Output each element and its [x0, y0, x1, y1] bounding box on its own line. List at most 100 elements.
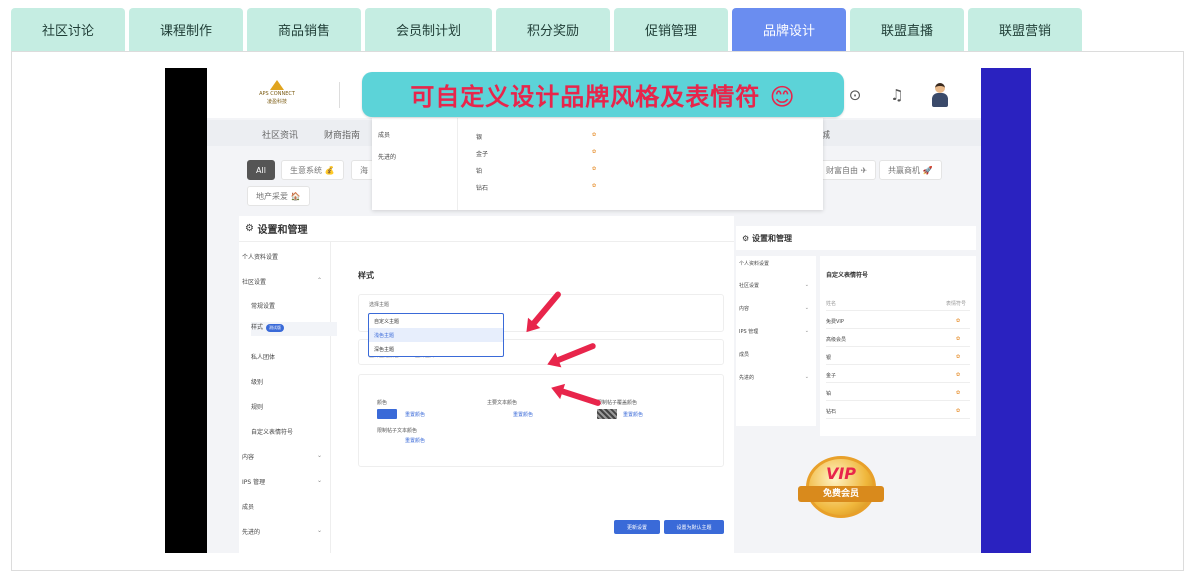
settings-sidebar: 个人资料设置 社区设置 ⌃ 常规设置 样式 测试版 私人团体 级别 规则 自定义表情… [239, 242, 337, 553]
tab-points[interactable]: 积分奖励 [496, 8, 610, 51]
emoji-icon: ✿ [956, 372, 961, 378]
theme-option[interactable]: 浅色主题 [369, 328, 503, 342]
emoji-panel-title: 设置和管理 [751, 233, 792, 243]
theme-dropdown[interactable]: 自定义主题 浅色主题 深色主题 [368, 313, 504, 357]
sidebar-item[interactable]: IPS 管理 ⌄ [739, 328, 813, 335]
chip-all[interactable]: All [247, 160, 275, 180]
popup-left-item[interactable]: 先进的 [378, 152, 396, 161]
popup-row: 铂 [476, 168, 483, 175]
colors-box: 颜色 重置颜色 主要文本颜色 重置颜色 限制帖子覆盖颜色 重置颜色 限制帖子文本… [358, 374, 724, 467]
emoji-icon: ✿ [956, 354, 961, 360]
sidebar-item-label: IPS 管理 [739, 329, 759, 335]
sidebar-item[interactable]: 社区设置 ⌄ [739, 282, 813, 289]
logo-subtext: 凌盈科技 [266, 99, 287, 105]
feature-banner: 可自定义设计品牌风格及表情符 😊 [362, 72, 844, 117]
video-right-bar [981, 68, 1031, 553]
update-settings-button[interactable]: 更新设置 [614, 520, 660, 534]
popup-left-item[interactable]: 成员 [378, 130, 390, 139]
sidebar-item[interactable]: 成员 [739, 351, 813, 358]
tab-products[interactable]: 商品销售 [247, 8, 361, 51]
color-swatch[interactable] [377, 409, 397, 419]
tab-affiliate[interactable]: 联盟营销 [968, 8, 1082, 51]
chip[interactable]: 生意系统 💰 [281, 160, 344, 180]
sidebar-item[interactable]: 个人资料设置 [739, 260, 813, 267]
chevron-down-icon: ⌄ [804, 305, 809, 311]
table-row[interactable]: 铂 ✿ [826, 386, 970, 401]
row-name: 高级会员 [826, 337, 847, 343]
sidebar-item-advanced[interactable]: 先进的 ⌄ [242, 527, 328, 536]
sidebar-item-label: 样式 [251, 324, 264, 331]
chevron-down-icon: ⌄ [804, 282, 809, 288]
sidebar-item[interactable]: 先进的 ⌄ [739, 374, 813, 381]
emoji-panel-header: ⚙ 设置和管理 [736, 226, 976, 250]
table-row[interactable]: 钻石 ✿ [826, 404, 970, 419]
color-swatch[interactable] [597, 409, 617, 419]
chevron-up-icon: ⌃ [316, 277, 322, 284]
tab-promotions[interactable]: 促销管理 [614, 8, 728, 51]
theme-option[interactable]: 自定义主题 [369, 314, 503, 328]
demo-video[interactable]: APS CONNECT 凌盈科技 ⊙ ♫ 可自定义设计品牌风格及表情符 😊 社区… [165, 68, 1031, 553]
col-header: 表情符号 [946, 301, 967, 307]
nav-item[interactable]: 社区资讯 [262, 128, 298, 141]
tab-live[interactable]: 联盟直播 [850, 8, 964, 51]
overlay-popup: 成员 先进的 银 金子 铂 钻石 ✿ ✿ ✿ ✿ [372, 118, 823, 210]
bell-icon[interactable]: ♫ [887, 85, 907, 105]
main-text-color-label: 主要文本颜色 [487, 400, 518, 406]
feature-tabs: 社区讨论 课程制作 商品销售 会员制计划 积分奖励 促销管理 品牌设计 联盟直播… [11, 8, 1082, 51]
sidebar-item-content[interactable]: 内容 ⌄ [242, 452, 328, 461]
chip[interactable]: 财富自由 ✈ [817, 160, 877, 180]
tab-membership[interactable]: 会员制计划 [365, 8, 492, 51]
set-default-theme-button[interactable]: 设置为默认主题 [664, 520, 724, 534]
sidebar-item-rules[interactable]: 规则 [251, 402, 337, 411]
table-row[interactable]: 高级会员 ✿ [826, 332, 970, 347]
chip[interactable]: 共赢商机 🚀 [879, 160, 942, 180]
sidebar-item[interactable]: 内容 ⌄ [739, 305, 813, 312]
sidebar-item-label: 先进的 [739, 375, 755, 381]
topbar-icons: ⊙ ♫ [845, 83, 951, 107]
table-row[interactable]: 银 ✿ [826, 350, 970, 365]
sidebar-item-community[interactable]: 社区设置 ⌃ [242, 277, 328, 286]
sidebar-item-private-groups[interactable]: 私人团体 [251, 352, 337, 361]
table-row[interactable]: 免费VIP ✿ [826, 314, 970, 329]
emoji-icon: ✿ [956, 318, 961, 324]
sidebar-item-levels[interactable]: 级别 [251, 377, 337, 386]
tab-courses[interactable]: 课程制作 [129, 8, 243, 51]
settings-header: ⚙ 设置和管理 [239, 216, 734, 242]
sidebar-item-custom-emoji[interactable]: 自定义表情符号 [251, 427, 337, 436]
emoji-icon: ✿ [592, 132, 597, 138]
reset-color-link[interactable]: 重置颜色 [405, 437, 425, 444]
reset-color-link[interactable]: 重置颜色 [623, 411, 643, 418]
emoji-icon: ✿ [956, 408, 961, 414]
sidebar-item-general[interactable]: 常规设置 [251, 301, 337, 310]
tab-branding[interactable]: 品牌设计 [732, 8, 846, 51]
emoji-panel-sidebar: 个人资料设置 社区设置 ⌄ 内容 ⌄ IPS 管理 ⌄ 成员 先进的 ⌄ [736, 256, 816, 426]
reset-color-link[interactable]: 重置颜色 [513, 411, 533, 418]
popup-row: 银 [476, 134, 483, 141]
video-left-bar [165, 68, 207, 553]
table-row[interactable]: 金子 ✿ [826, 368, 970, 383]
theme-option[interactable]: 深色主题 [369, 342, 503, 356]
nav-item[interactable]: 财商指南 [324, 128, 360, 141]
emoji-table-header: 姓名 表情符号 [826, 296, 970, 311]
chevron-down-icon: ⌄ [804, 328, 809, 334]
chevron-down-icon: ⌄ [316, 477, 322, 484]
vip-title: VIP [825, 464, 857, 483]
avatar[interactable] [929, 83, 951, 107]
chat-icon[interactable]: ⊙ [845, 85, 865, 105]
vip-ribbon: 免费会员 [798, 486, 884, 502]
vip-medal: VIP 免费会员 [798, 456, 884, 530]
sidebar-item-profile[interactable]: 个人资料设置 [242, 252, 328, 261]
row-name: 钻石 [826, 409, 837, 415]
logo-text: APS CONNECT [259, 91, 295, 97]
section-title: 样式 [358, 271, 374, 280]
emoji-icon: ✿ [956, 390, 961, 396]
sidebar-item-members[interactable]: 成员 [242, 502, 328, 511]
emoji-icon: ✿ [592, 149, 597, 155]
tab-community[interactable]: 社区讨论 [11, 8, 125, 51]
chip[interactable]: 地产采爱 🏠 [247, 186, 310, 206]
sidebar-item-label: IPS 管理 [242, 479, 266, 486]
sidebar-item-ips[interactable]: IPS 管理 ⌄ [242, 477, 328, 486]
col-header: 姓名 [826, 301, 837, 307]
reset-color-link[interactable]: 重置颜色 [405, 411, 425, 418]
sidebar-item-style[interactable]: 样式 测试版 [251, 322, 337, 336]
